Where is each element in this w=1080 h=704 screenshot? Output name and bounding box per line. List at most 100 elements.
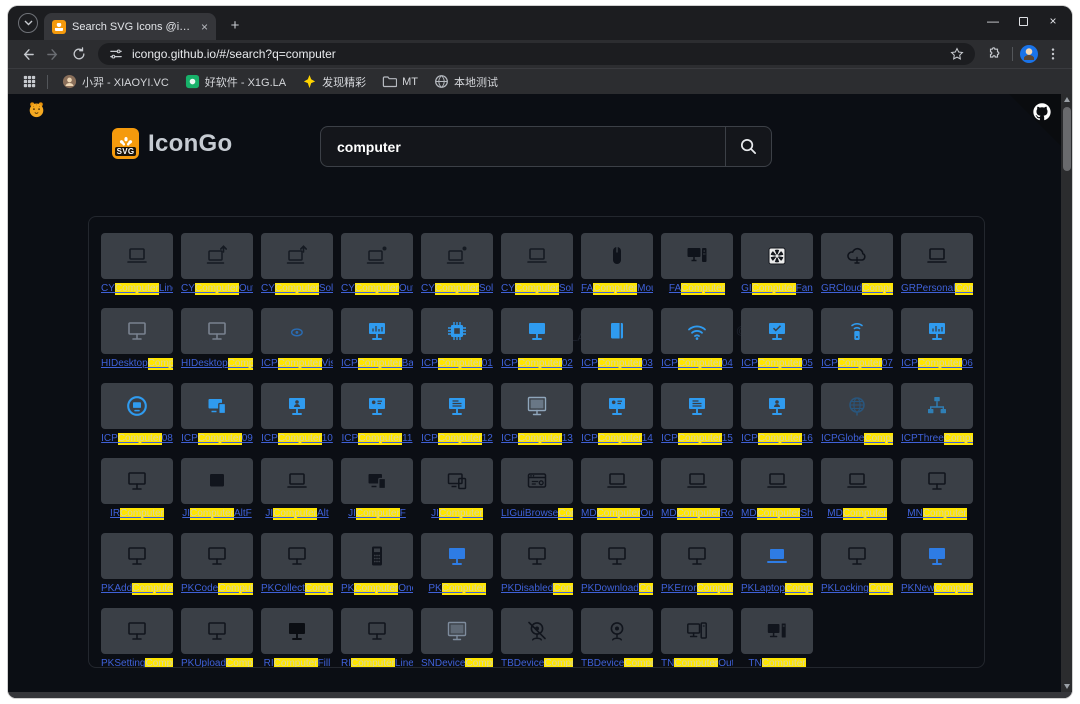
icon-name-link[interactable]: TN Computer [741,658,813,667]
pc-icon[interactable] [661,608,733,654]
icon-name-link[interactable]: PKCollectComputer [261,583,333,595]
laptopDot-icon[interactable] [421,233,493,279]
cloud-icon[interactable] [821,233,893,279]
address-bar[interactable]: icongo.github.io/#/search?q=computer [98,43,975,65]
tab-close-icon[interactable]: × [201,21,208,33]
laptop-icon[interactable] [101,233,173,279]
laptop-icon[interactable] [581,458,653,504]
monitor-icon[interactable] [101,308,173,354]
icon-name-link[interactable]: SNDeviceComputer [421,658,493,667]
icon-name-link[interactable]: IR Computer [101,508,173,520]
icon-name-link[interactable]: CYComputerOutlineAlerted [181,283,253,295]
monitor-icon[interactable] [261,533,333,579]
icon-name-link[interactable]: FA Computer [661,283,733,295]
icon-name-link[interactable]: RI Computer Line [341,658,413,667]
icon-name-link[interactable]: PKDownloadComputer [581,583,653,595]
pcFill-icon[interactable] [741,608,813,654]
scroll-down-icon[interactable] [1063,684,1070,689]
icon-name-link[interactable]: ICP Computer 05 [741,358,813,370]
wifi-icon[interactable] [661,308,733,354]
tree-icon[interactable] [901,383,973,429]
webcam-icon[interactable] [581,608,653,654]
laptopFill-icon[interactable] [741,533,813,579]
apps-grid-icon[interactable] [18,71,40,93]
site-controls-icon[interactable] [108,43,124,65]
monitorFill-icon[interactable] [501,308,573,354]
search-button[interactable] [725,127,771,166]
devicesFill-icon[interactable] [341,458,413,504]
monitor-icon[interactable] [501,533,573,579]
icon-name-link[interactable]: PKSettingComputer [101,658,173,667]
monitorFramed-icon[interactable] [501,383,573,429]
browser-tab[interactable]: Search SVG Icons @icongo × [44,13,216,40]
icon-name-link[interactable]: CYComputerSolidAlerted [261,283,333,295]
monitor-icon[interactable] [341,608,413,654]
monitor-icon[interactable] [101,458,173,504]
vertical-scrollbar[interactable] [1061,94,1072,692]
url-text[interactable]: icongo.github.io/#/search?q=computer [132,47,941,61]
bookmark-item[interactable]: 小羿 - XIAOYI.VC [55,72,176,92]
menu-kebab-icon[interactable] [1042,43,1064,65]
window-minimize-button[interactable]: — [978,6,1008,36]
icon-name-link[interactable]: GI Computer Fan [741,283,813,295]
bookmark-star-icon[interactable] [949,43,965,65]
icon-name-link[interactable]: PKComputerOne [341,583,413,595]
icon-name-link[interactable]: JI Computer AltF [181,508,253,520]
monitor-icon[interactable] [181,308,253,354]
icon-name-link[interactable]: ICP Computer 04 [661,358,733,370]
icon-name-link[interactable]: ICP Computer 02 [501,358,573,370]
fan-icon[interactable] [741,233,813,279]
bookFill-icon[interactable] [581,308,653,354]
new-tab-button[interactable]: + [224,14,246,36]
monitorFramed-icon[interactable] [421,608,493,654]
monitorBar-icon[interactable] [341,308,413,354]
webcamOff-icon[interactable] [501,608,573,654]
laptopArrow-icon[interactable] [181,233,253,279]
tab-search-chevron-icon[interactable] [18,13,38,33]
browser-icon[interactable] [501,458,573,504]
squareFill-icon[interactable] [181,458,253,504]
icon-name-link[interactable]: GRCloudComputer [821,283,893,295]
icon-name-link[interactable]: TBDeviceComputer [501,658,573,667]
icon-name-link[interactable]: JI Computer [421,508,493,520]
devices-icon[interactable] [421,458,493,504]
monitorFill-icon[interactable] [421,533,493,579]
back-icon[interactable] [16,43,38,65]
icon-name-link[interactable]: HIDesktopComputer [101,358,173,370]
icon-name-link[interactable]: PK Computer [421,583,493,595]
bookmark-item[interactable]: 本地测试 [427,72,505,92]
icon-name-link[interactable]: LIGuiBrowseComputer [501,508,573,520]
icon-name-link[interactable]: ICP Computer 15 [661,433,733,445]
icon-name-link[interactable]: CYComputerSolidBadged [421,283,493,295]
window-maximize-button[interactable] [1008,6,1038,36]
monitor-icon[interactable] [181,608,253,654]
icon-name-link[interactable]: JI Computer Alt [261,508,333,520]
icon-name-link[interactable]: MDComputerRound [661,508,733,520]
icon-name-link[interactable]: TBDeviceComputer [581,658,653,667]
icon-name-link[interactable]: ICP Computer 11 [341,433,413,445]
icon-name-link[interactable]: ICP Computer 06 [901,358,973,370]
icon-name-link[interactable]: PKCodeComputer [181,583,253,595]
icon-name-link[interactable]: ICP Computer 01 [421,358,493,370]
globe-icon[interactable] [821,383,893,429]
bookmark-item[interactable]: MT [375,72,425,91]
devicesFill-icon[interactable] [181,383,253,429]
mouse-icon[interactable] [581,233,653,279]
bookmark-item[interactable]: 好软件 - X1G.LA [178,72,293,92]
forward-icon[interactable] [42,43,64,65]
icon-name-link[interactable]: ICP Computer 10 [261,433,333,445]
search-input[interactable] [321,127,725,166]
icon-name-link[interactable]: PKUploadComputer [181,658,253,667]
icon-name-link[interactable]: FAComputerMouse [581,283,653,295]
icon-name-link[interactable]: ICP Computer 03 [581,358,653,370]
monitorCheck-icon[interactable] [741,308,813,354]
icon-name-link[interactable]: ICPComputerVision [261,358,333,370]
icon-name-link[interactable]: HIDesktopComputer [181,358,253,370]
profile-avatar[interactable] [1020,45,1038,63]
extensions-icon[interactable] [983,43,1005,65]
monitorList-icon[interactable] [661,383,733,429]
monitorBar-icon[interactable] [901,308,973,354]
monitorFill-icon[interactable] [261,608,333,654]
icon-name-link[interactable]: PKLaptopComputer [741,583,813,595]
icon-name-link[interactable]: JI Computer F [341,508,413,520]
